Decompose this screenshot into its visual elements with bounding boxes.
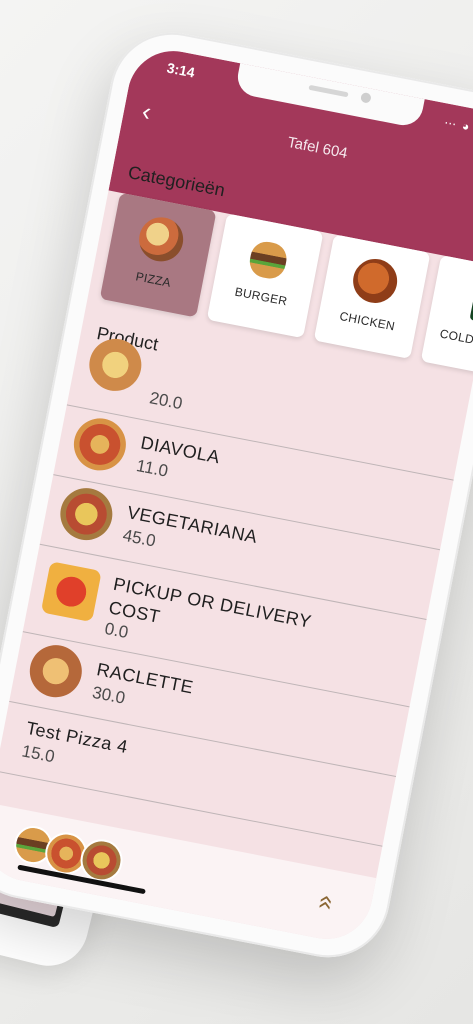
pizza-icon (55, 483, 117, 545)
category-chicken[interactable]: CHICKEN (313, 234, 431, 360)
product-price: 0.0 (103, 618, 130, 643)
drink-icon (469, 280, 473, 324)
status-time: 3:14 (165, 59, 197, 81)
chicken-icon (349, 255, 401, 307)
category-label: COLD DRI... (438, 326, 473, 353)
product-price: 30.0 (90, 682, 127, 708)
pizza-icon (135, 213, 187, 266)
category-pizza[interactable]: PIZZA (99, 192, 217, 318)
front-camera (360, 91, 372, 104)
phone-frame: 3:14 ⋯ ◕ ‹ Tafel 604 Categorieën PIZZA B… (0, 22, 473, 968)
delivery-icon (40, 561, 102, 623)
product-price: 15.0 (20, 741, 57, 767)
notch (234, 61, 426, 129)
category-label: CHICKEN (338, 308, 397, 334)
category-cold-drinks[interactable]: COLD DRI... (420, 255, 473, 380)
scene: pliced 3:14 ⋯ ◕ ‹ Tafel 604 Categorieën (0, 0, 473, 1024)
category-label: BURGER (233, 284, 289, 309)
app-screen: 3:14 ⋯ ◕ ‹ Tafel 604 Categorieën PIZZA B… (0, 43, 473, 947)
product-price: 45.0 (121, 525, 158, 551)
status-icons: ⋯ ◕ (443, 115, 473, 139)
product-list: 20.0 DIAVOLA 11.0 VEGETARIANA 45.0 PICKU… (0, 334, 465, 847)
expand-cart-button[interactable]: » (307, 892, 340, 912)
product-price: 11.0 (134, 455, 170, 481)
category-burger[interactable]: BURGER (206, 213, 324, 339)
category-label: PIZZA (134, 269, 173, 290)
wifi-icon: ◕ (460, 118, 471, 134)
chevron-up-icon: » (306, 891, 340, 912)
product-price: 20.0 (147, 388, 185, 414)
burger-icon (247, 239, 290, 282)
signal-icon: ⋯ (443, 115, 458, 132)
speaker-grille (308, 84, 349, 98)
raclette-icon (25, 640, 87, 702)
pizza-icon (69, 413, 131, 475)
